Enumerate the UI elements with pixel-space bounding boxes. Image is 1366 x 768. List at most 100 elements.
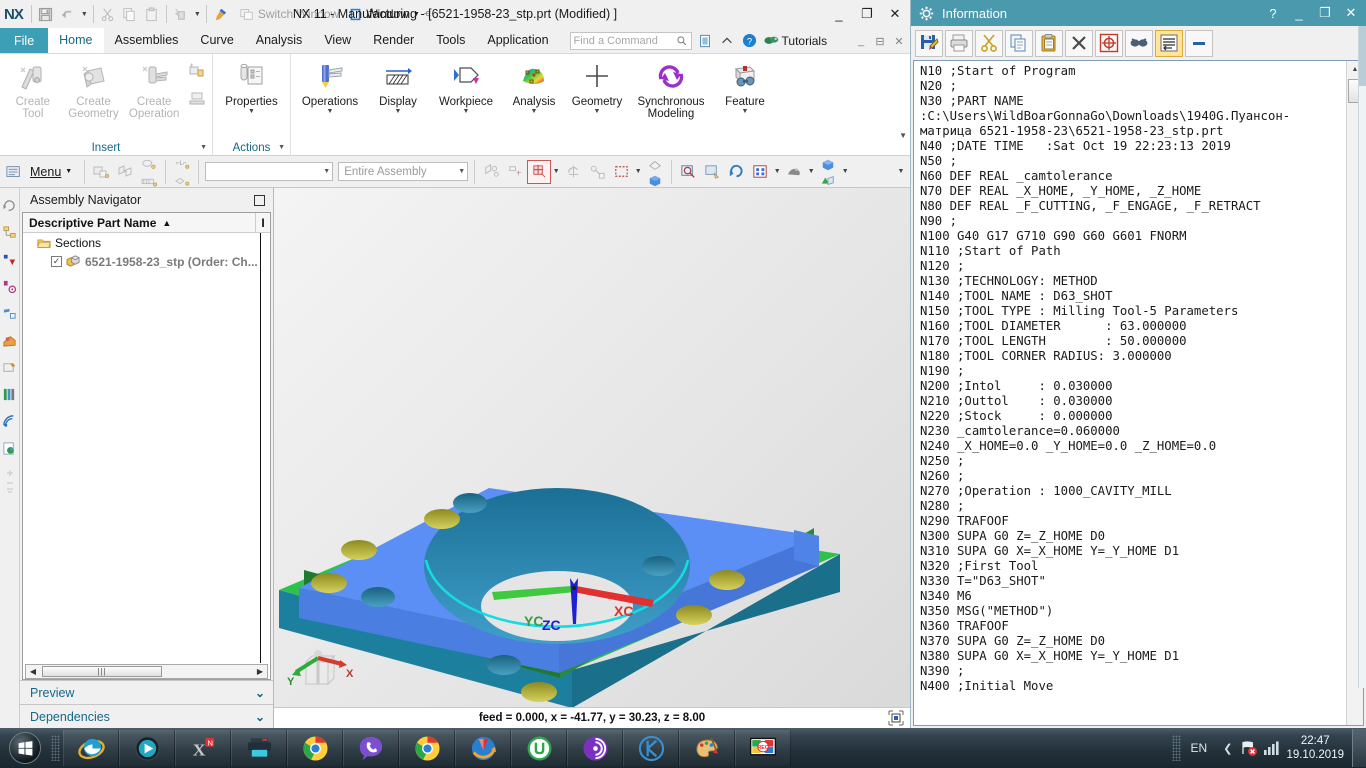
doc-minimize-button[interactable]: _	[852, 35, 870, 47]
create-program-group-button[interactable]	[185, 60, 209, 84]
actions-dialog-launcher[interactable]: ▼	[278, 144, 285, 151]
create-method-group-button[interactable]	[185, 86, 209, 110]
datum-plane-button[interactable]	[561, 160, 585, 184]
pin-icon[interactable]	[254, 194, 265, 206]
assembly-constraints-button[interactable]	[113, 160, 137, 184]
insert-dialog-launcher[interactable]: ▼	[200, 144, 207, 151]
start-button[interactable]	[2, 729, 48, 767]
taskbar-internet-explorer[interactable]	[63, 730, 119, 766]
geometry-dropdown-icon[interactable]: ▼	[594, 108, 601, 115]
view-orientation-dropdown-icon[interactable]: ▼	[840, 160, 850, 184]
minimize-button[interactable]: _	[1286, 0, 1312, 26]
workpiece-button[interactable]: Workpiece ▼	[430, 58, 502, 117]
list-item-sections[interactable]: Sections	[23, 233, 270, 252]
taskbar-screen-recorder[interactable]: REC	[735, 730, 791, 766]
tab-tools[interactable]: Tools	[425, 28, 476, 53]
graphics-viewport[interactable]: YC ZC XC X Y feed = 0.000, x = -41.77, y…	[274, 188, 910, 728]
redisplay-dropdown-icon[interactable]: ▼	[192, 3, 203, 25]
part-checkbox[interactable]: ✓	[51, 256, 62, 267]
copy-button[interactable]	[119, 3, 141, 25]
taskbar-tor[interactable]	[567, 730, 623, 766]
feature-dropdown-icon[interactable]: ▼	[742, 108, 749, 115]
find-icon[interactable]	[1125, 29, 1153, 57]
tab-analysis[interactable]: Analysis	[245, 28, 314, 53]
create-geometry-button[interactable]: Create Geometry	[64, 58, 124, 122]
resource-history-icon[interactable]	[1, 192, 19, 218]
find-command-input[interactable]: Find a Command	[569, 31, 692, 50]
operations-button[interactable]: Operations ▼	[294, 58, 366, 117]
selection-rectangle-button[interactable]	[609, 160, 633, 184]
scrollbar-thumb[interactable]: |||	[42, 666, 162, 677]
wcs-datum-dropdown-icon[interactable]: ▼	[551, 160, 561, 184]
taskbar-media-player[interactable]	[119, 730, 175, 766]
help-icon[interactable]: ?	[740, 31, 759, 50]
model-3d[interactable]: YC ZC XC	[274, 188, 910, 708]
move-component-button[interactable]	[137, 157, 161, 173]
word-wrap-icon[interactable]	[1155, 29, 1183, 57]
geometry-button[interactable]: Geometry ▼	[566, 58, 628, 117]
doc-close-button[interactable]: ✕	[890, 35, 908, 48]
tray-grip[interactable]	[1171, 735, 1181, 761]
taskbar-viber[interactable]	[343, 730, 399, 766]
shaded-button[interactable]	[643, 173, 667, 189]
menu-button[interactable]: Menu ▼	[26, 165, 80, 179]
close-button[interactable]: ✕	[882, 3, 908, 25]
display-button[interactable]: Display ▼	[367, 58, 429, 117]
properties-button[interactable]: Properties ▼	[216, 58, 287, 117]
maximize-button[interactable]: ❐	[1312, 0, 1338, 26]
minimize-button[interactable]: _	[826, 3, 852, 25]
cmdrow-overflow-icon[interactable]: ▼	[896, 160, 906, 184]
save-as-icon[interactable]	[915, 29, 943, 57]
chevron-down-icon[interactable]: ▼	[458, 168, 465, 175]
chevron-down-icon[interactable]: ▼	[413, 11, 420, 18]
taskbar-printer[interactable]	[231, 730, 287, 766]
paste-icon[interactable]	[1035, 29, 1063, 57]
select-icon[interactable]	[1095, 29, 1123, 57]
resource-report-icon[interactable]	[1, 435, 19, 461]
create-tool-button[interactable]: Create Tool	[3, 58, 63, 122]
resource-part-navigator-icon[interactable]	[1, 273, 19, 299]
paste-button[interactable]	[141, 3, 163, 25]
column-info[interactable]: I	[256, 213, 270, 232]
synchronous-modeling-button[interactable]: Synchronous Modeling	[629, 58, 713, 122]
analysis-dropdown-icon[interactable]: ▼	[531, 108, 538, 115]
taskbar-chrome[interactable]	[287, 730, 343, 766]
help-button[interactable]: ?	[1260, 0, 1286, 26]
workpiece-dropdown-icon[interactable]: ▼	[463, 108, 470, 115]
scroll-left-icon[interactable]: ◀	[26, 667, 40, 676]
taskbar-chrome-2[interactable]	[399, 730, 455, 766]
chevron-down-icon[interactable]: ▼	[323, 168, 330, 175]
explode-button[interactable]	[170, 173, 194, 189]
zoom-window-button[interactable]	[676, 160, 700, 184]
window-menu-button[interactable]: Window ▼ ⋲	[349, 7, 431, 21]
rotate-button[interactable]	[724, 160, 748, 184]
add-component-button[interactable]	[89, 160, 113, 184]
tab-view[interactable]: View	[313, 28, 362, 53]
wcs-display-button[interactable]	[479, 160, 503, 184]
delete-icon[interactable]	[1065, 29, 1093, 57]
tab-file[interactable]: File	[0, 28, 49, 53]
render-style-button[interactable]	[782, 160, 806, 184]
analysis-button[interactable]: Analysis ▼	[503, 58, 565, 117]
measure-button[interactable]	[585, 160, 609, 184]
assembly-scope-combo[interactable]: Entire Assembly ▼	[338, 162, 469, 181]
tab-application[interactable]: Application	[476, 28, 559, 53]
view-orientation-button[interactable]	[816, 157, 840, 173]
section-preview[interactable]: Preview ⌄	[20, 680, 273, 704]
redisplay-button[interactable]	[170, 3, 192, 25]
clock[interactable]: 22:47 19.10.2019	[1282, 734, 1352, 762]
information-outer-scrollbar[interactable]	[1358, 26, 1366, 688]
resource-constraint-navigator-icon[interactable]	[1, 246, 19, 272]
taskbar-internet-download-manager[interactable]	[455, 730, 511, 766]
save-button[interactable]	[35, 3, 57, 25]
show-desktop-button[interactable]	[1352, 729, 1366, 767]
operations-dropdown-icon[interactable]: ▼	[327, 108, 334, 115]
gcode-text[interactable]: N10 ;Start of Program N20 ; N30 ;PART NA…	[914, 61, 1346, 725]
resource-collapse-icon[interactable]	[1, 462, 19, 502]
navigator-horizontal-scrollbar[interactable]: ◀ ||| ▶	[25, 664, 268, 679]
resource-reuse-library-icon[interactable]	[1, 300, 19, 326]
tutorials-button[interactable]: Tutorials	[763, 34, 827, 48]
cut-button[interactable]	[97, 3, 119, 25]
tab-curve[interactable]: Curve	[189, 28, 244, 53]
section-dependencies[interactable]: Dependencies ⌄	[20, 704, 273, 728]
